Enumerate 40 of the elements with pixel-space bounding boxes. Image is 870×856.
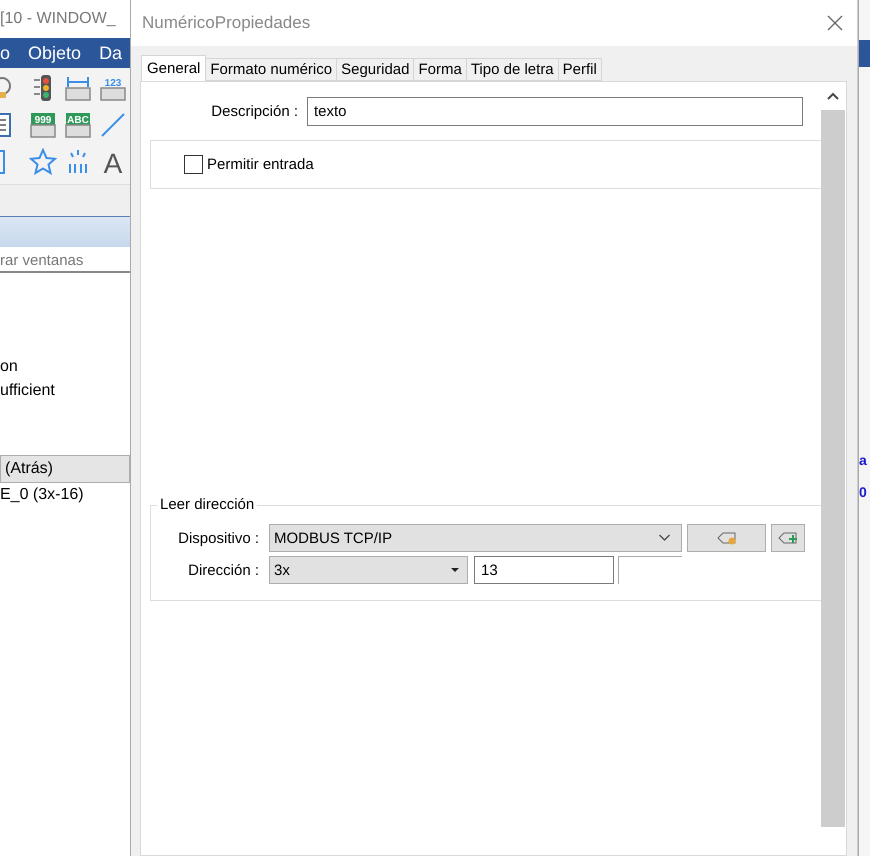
menu-item[interactable]: Da bbox=[99, 42, 122, 64]
line-icon[interactable] bbox=[99, 111, 127, 139]
address-field[interactable]: 13 bbox=[474, 556, 614, 584]
text-tool-icon[interactable]: A bbox=[99, 148, 127, 176]
field-label: Dirección : bbox=[187, 562, 259, 578]
field-label: Dispositivo : bbox=[177, 530, 259, 546]
dropdown-arrow-icon bbox=[451, 568, 459, 572]
dialog-title: NuméricoPropiedades bbox=[142, 13, 310, 33]
text-fragment: 0 bbox=[859, 484, 868, 500]
add-tag-button[interactable] bbox=[771, 524, 805, 552]
bar-button-icon[interactable] bbox=[64, 74, 92, 102]
text-fragment: a bbox=[859, 452, 868, 468]
tab[interactable]: Perfil bbox=[558, 58, 602, 81]
close-icon[interactable] bbox=[827, 15, 843, 31]
input-field[interactable] bbox=[618, 556, 682, 584]
tab[interactable]: Tipo de letra bbox=[466, 58, 559, 81]
checkbox[interactable] bbox=[184, 155, 203, 174]
device-dropdown[interactable]: MODBUS TCP/IP bbox=[269, 524, 682, 552]
chevron-down-icon bbox=[658, 534, 671, 542]
address-type-dropdown[interactable]: 3x bbox=[269, 556, 468, 584]
tag-plus-icon bbox=[778, 531, 798, 545]
menu-item[interactable]: Objeto bbox=[28, 42, 82, 64]
field-label: Descripción : bbox=[210, 102, 298, 120]
description-field[interactable]: texto bbox=[307, 96, 803, 126]
menu-item[interactable]: o bbox=[0, 42, 10, 64]
list-item[interactable]: ufficient bbox=[0, 379, 130, 403]
tab[interactable]: Seguridad bbox=[337, 58, 414, 81]
menu-bar bbox=[859, 40, 870, 67]
tag-button[interactable] bbox=[687, 524, 766, 552]
window-title: [10 - WINDOW_ bbox=[0, 10, 116, 28]
tab[interactable]: General bbox=[141, 55, 206, 81]
tab[interactable]: Formato numérico bbox=[206, 58, 338, 81]
star-icon[interactable] bbox=[29, 148, 57, 176]
tag-icon bbox=[716, 531, 736, 545]
tab[interactable]: Forma bbox=[414, 58, 467, 81]
checkbox-label[interactable]: Permitir entrada bbox=[207, 156, 314, 173]
list-item[interactable]: (Atrás) bbox=[0, 455, 130, 483]
list-item[interactable]: E_0 (3x-16) bbox=[0, 483, 130, 507]
list-item[interactable]: on bbox=[0, 355, 130, 379]
caret-up-icon[interactable] bbox=[827, 92, 839, 100]
